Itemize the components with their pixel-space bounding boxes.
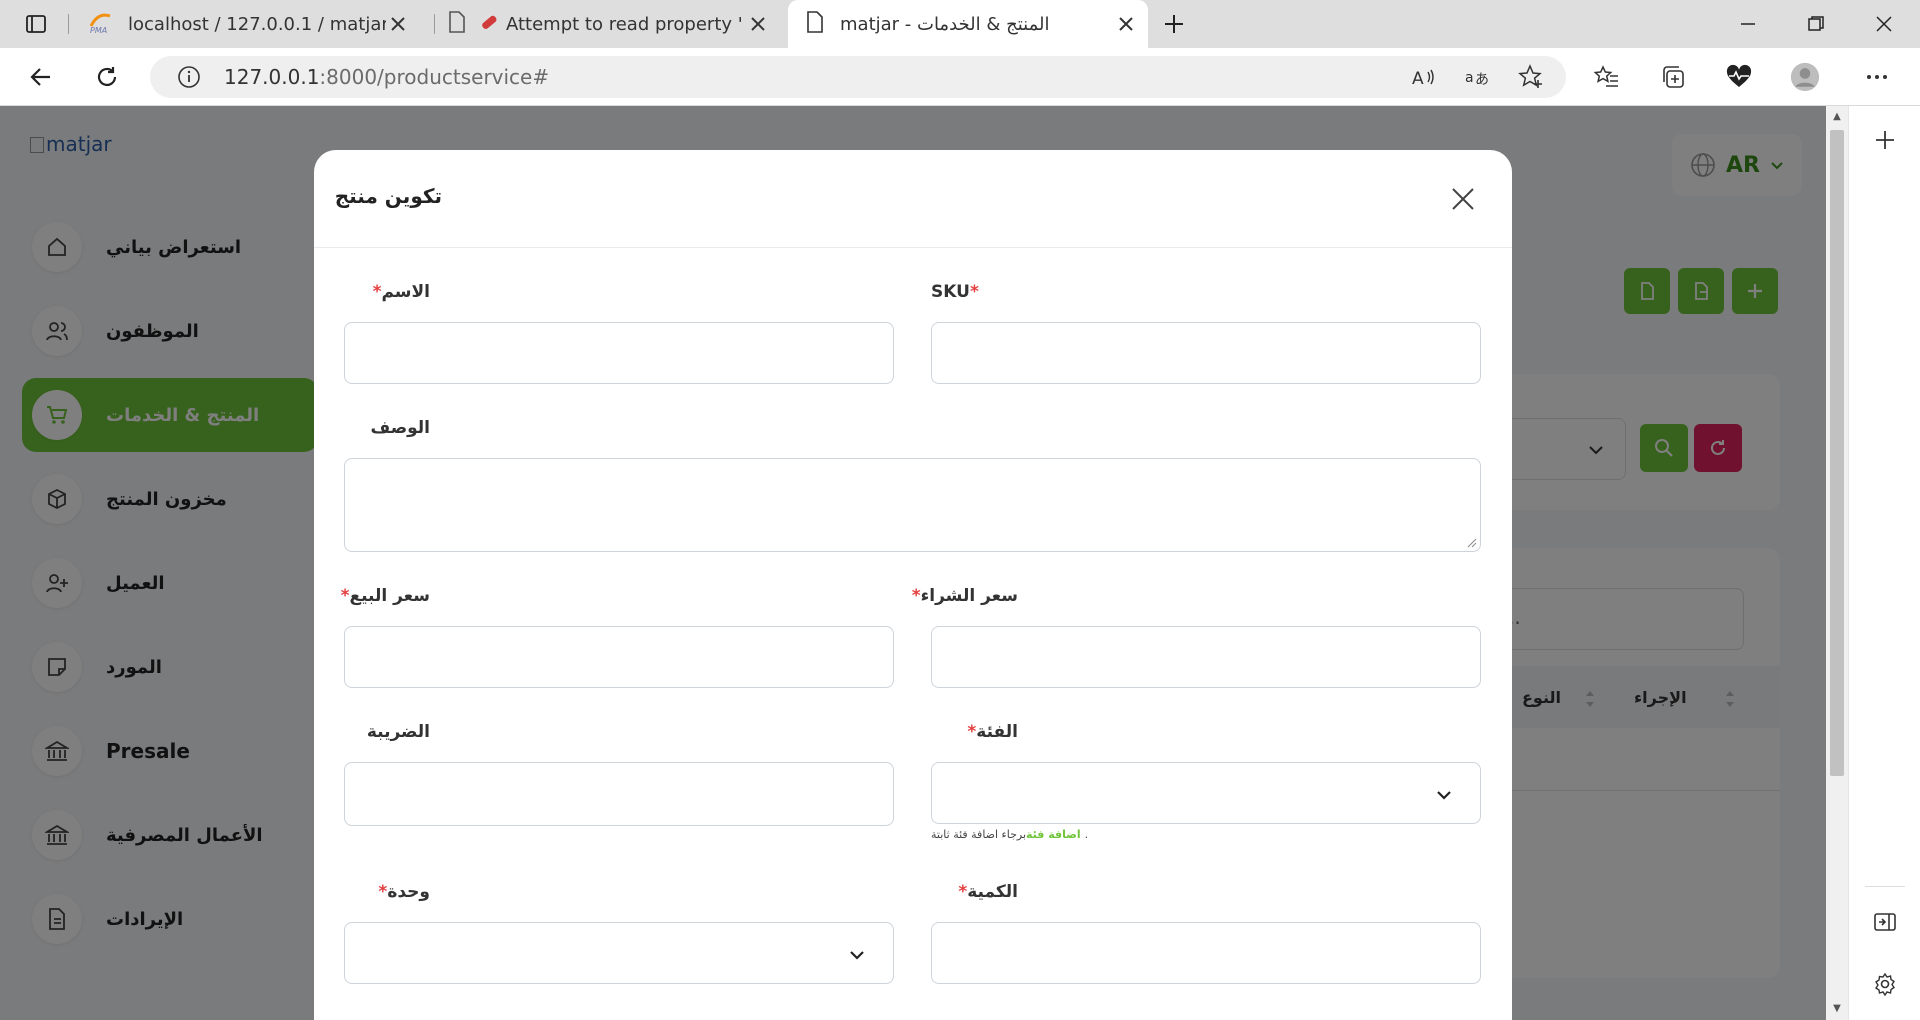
svg-text:PMA: PMA — [90, 26, 107, 34]
page-scrollbar[interactable]: ▲ ▼ — [1826, 106, 1848, 1020]
description-label: الوصف — [370, 418, 430, 438]
translate-icon[interactable]: aあ — [1462, 62, 1492, 92]
tab-actions-icon[interactable] — [22, 10, 50, 38]
minimize-icon[interactable] — [1734, 10, 1762, 38]
info-icon[interactable] — [174, 62, 204, 92]
svg-text:a: a — [1465, 70, 1474, 86]
add-category-link[interactable]: اضافة فئة — [1026, 828, 1081, 841]
tab-title: Attempt to read property "id — [506, 13, 742, 35]
modal-close-button[interactable] — [1448, 184, 1478, 214]
page-icon — [806, 10, 824, 38]
unit-select[interactable] — [344, 922, 894, 984]
sale-price-input[interactable] — [344, 626, 894, 688]
url-text[interactable]: 127.0.0.1:8000/productservice# — [224, 65, 549, 89]
scrollbar-thumb[interactable] — [1830, 130, 1844, 776]
close-icon[interactable] — [1116, 14, 1136, 34]
name-input[interactable] — [344, 322, 894, 384]
category-select[interactable] — [931, 762, 1481, 824]
browser-tab-bar: PMA localhost / 127.0.0.1 / matjar / ba … — [0, 0, 1920, 48]
tax-label: الضريبة — [366, 722, 430, 742]
url-host: 127.0.0.1 — [224, 65, 320, 89]
close-icon[interactable] — [388, 14, 408, 34]
bug-icon — [478, 11, 500, 38]
tab-title: localhost / 127.0.0.1 / matjar / ba — [128, 13, 386, 35]
quantity-label: *الكمية — [958, 882, 1018, 902]
category-label: *الفئة — [967, 722, 1018, 742]
scroll-down-icon[interactable]: ▼ — [1830, 1002, 1844, 1016]
sku-label: SKU* — [931, 282, 979, 302]
sku-input[interactable] — [931, 322, 1481, 384]
add-sidebar-app-icon[interactable] — [1869, 124, 1901, 156]
tab-title: matjar - المنتج & الخدمات — [840, 13, 1050, 35]
scroll-up-icon[interactable]: ▲ — [1830, 110, 1844, 124]
pma-icon: PMA — [88, 10, 116, 39]
purchase-price-input[interactable] — [931, 626, 1481, 688]
url-path: :8000/productservice# — [319, 65, 550, 89]
collections-icon[interactable] — [1658, 62, 1688, 92]
chevron-down-icon — [1437, 791, 1451, 800]
add-favorite-icon[interactable] — [1516, 62, 1546, 92]
new-tab-icon[interactable] — [1160, 10, 1188, 38]
close-icon — [1452, 188, 1474, 210]
name-label: *الاسم — [372, 282, 430, 302]
description-textarea[interactable] — [344, 458, 1481, 552]
resize-grip-icon[interactable] — [1467, 538, 1477, 548]
more-icon[interactable] — [1862, 62, 1892, 92]
purchase-price-label: *سعر الشراء — [911, 586, 1018, 606]
read-aloud-icon[interactable]: A — [1408, 62, 1438, 92]
sale-price-label: *سعر البيع — [340, 586, 430, 606]
back-icon[interactable] — [26, 62, 56, 92]
svg-text:あ: あ — [1475, 72, 1489, 88]
modal-title: تكوين منتج — [334, 184, 442, 208]
health-icon[interactable] — [1724, 62, 1754, 92]
window-close-icon[interactable] — [1870, 10, 1898, 38]
page-icon — [448, 10, 466, 38]
tab-matjar[interactable]: matjar - المنتج & الخدمات — [788, 0, 1148, 48]
category-hint: اضافة فئةبرجاء اضافة فئة ثابتة. — [931, 828, 1088, 841]
unit-label: *وحدة — [378, 882, 430, 902]
favorites-icon[interactable] — [1592, 62, 1622, 92]
quantity-input[interactable] — [931, 922, 1481, 984]
profile-avatar[interactable] — [1790, 62, 1820, 92]
settings-gear-icon[interactable] — [1869, 968, 1901, 1000]
restore-icon[interactable] — [1802, 10, 1830, 38]
tab-phpmyadmin[interactable]: PMA localhost / 127.0.0.1 / matjar / ba — [80, 0, 420, 48]
browser-toolbar: 127.0.0.1:8000/productservice# A aあ — [0, 48, 1920, 106]
chevron-down-icon — [850, 951, 864, 960]
close-icon[interactable] — [748, 14, 768, 34]
address-bar[interactable]: 127.0.0.1:8000/productservice# A aあ — [150, 56, 1566, 98]
edge-sidebar — [1848, 106, 1920, 1020]
hide-sidebar-icon[interactable] — [1869, 906, 1901, 938]
tax-input[interactable] — [344, 762, 894, 826]
tab-error[interactable]: Attempt to read property "id — [440, 0, 780, 48]
svg-text:A: A — [1412, 69, 1424, 89]
modal-header: تكوين منتج — [314, 150, 1512, 248]
reload-icon[interactable] — [92, 62, 122, 92]
create-product-modal: تكوين منتج *الاسم SKU* الوصف *سعر البيع … — [314, 150, 1512, 1020]
